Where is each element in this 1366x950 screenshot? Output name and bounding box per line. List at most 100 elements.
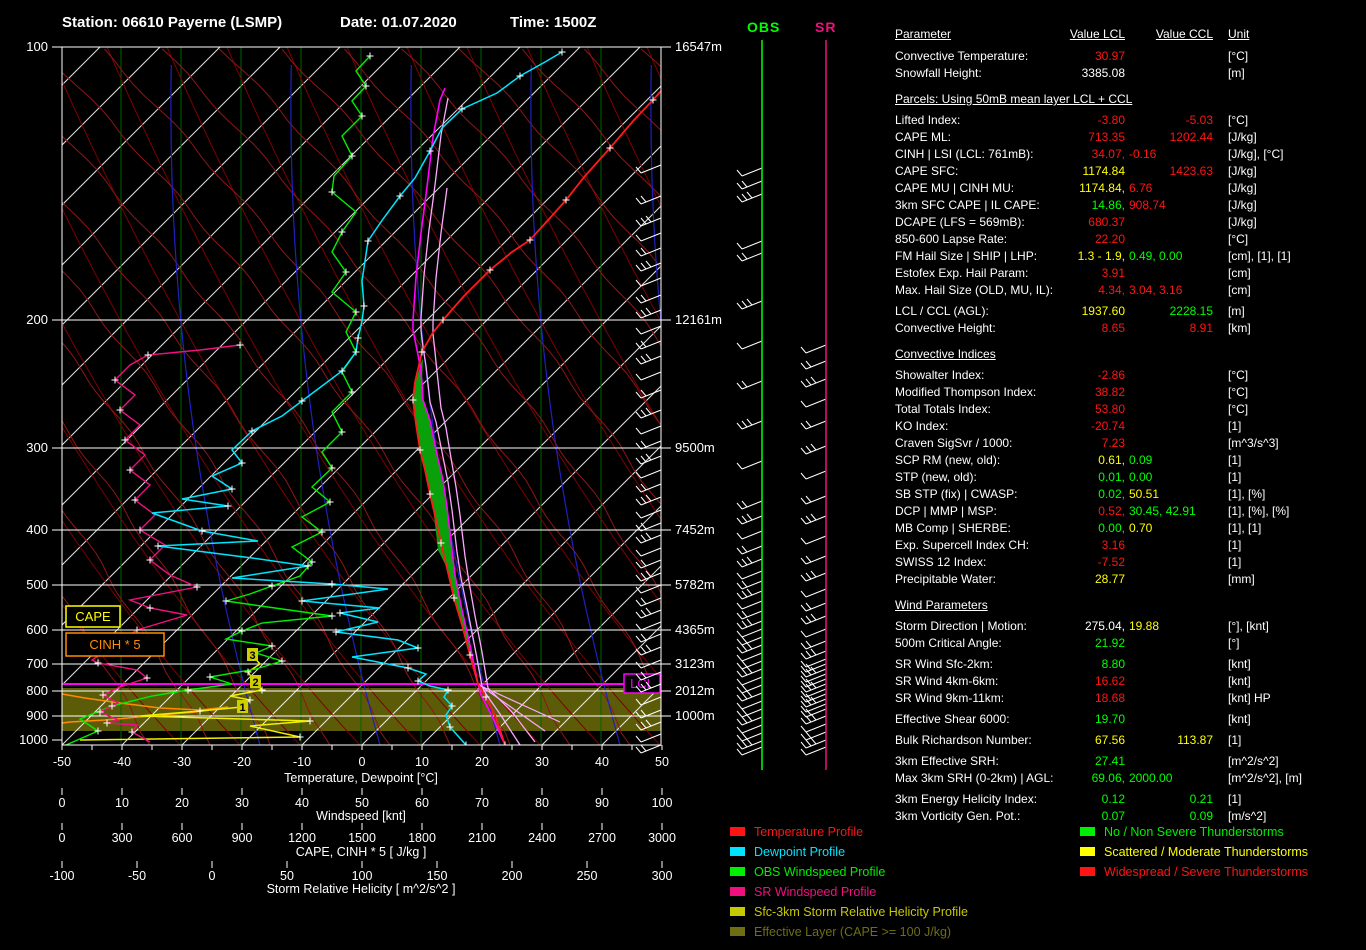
value-extra: 19.88 (1129, 619, 1160, 633)
value-lcl: 680.37 (1088, 215, 1125, 229)
legend-item-profile: SR Windspeed Profile (730, 885, 968, 905)
value-extra: 30.45, 42.91 (1129, 504, 1196, 518)
value-lcl: 1174.84, (1079, 181, 1125, 195)
profile-legend: Temperature Profile Dewpoint Profile OBS W… (730, 825, 968, 945)
value-lcl: -20.74 (1090, 419, 1125, 433)
svg-text:3123m: 3123m (675, 656, 715, 671)
table-row: DCAPE (LFS = 569mB): 680.37 [J/kg] (895, 215, 1257, 229)
table-row: Total Totals Index: 53.80 [°C] (895, 402, 1249, 416)
legend-swatch-icon (1080, 867, 1095, 876)
table-row: Effective Shear 6000: 19.70 [knt] (895, 712, 1251, 726)
sr-wind-barbs (800, 344, 827, 756)
parameter-table: Parameter Value LCL Value CCL Unit Convectiv… (895, 26, 1366, 825)
value-lcl: 67.56 (1094, 733, 1125, 747)
table-row: MB Comp | SHERBE: 0.00, 0.70 [1], [1] (895, 521, 1262, 535)
unit-cell: [knt] (1228, 712, 1251, 726)
value-lcl: 22.20 (1094, 232, 1125, 246)
svg-text:0: 0 (359, 755, 366, 769)
value-lcl: 8.65 (1101, 321, 1125, 335)
legend-item-profile: Dewpoint Profile (730, 845, 968, 865)
table-row: CAPE MU | CINH MU: 1174.84, 6.76 [J/kg] (895, 181, 1257, 195)
value-lcl: 0.12 (1101, 792, 1125, 806)
value-lcl: 0.02, (1098, 487, 1125, 501)
height-axis: 16547m 12161m 9500m 7452m 5782m 4365m 3123m 201… (661, 39, 722, 723)
svg-text:50: 50 (655, 755, 669, 769)
value-lcl: 53.80 (1094, 402, 1125, 416)
svg-text:50: 50 (355, 796, 369, 810)
value-extra: 0.49, 0.00 (1129, 249, 1183, 263)
value-lcl: 14.86, (1091, 198, 1125, 212)
legend-swatch-icon (730, 867, 745, 876)
table-row: Precipitable Water: 28.77 [mm] (895, 572, 1255, 586)
svg-text:-20: -20 (233, 755, 251, 769)
table-row: 3km Energy Helicity Index: 0.12 0.21 [1] (895, 792, 1242, 806)
value-lcl: -3.80 (1097, 113, 1125, 127)
svg-text:16547m: 16547m (675, 39, 722, 54)
table-row: DCP | MMP | MSP: 0.52, 30.45, 42.91 [1], [… (895, 504, 1290, 518)
unit-cell: [m] (1228, 304, 1245, 318)
obs-column-label: OBS (747, 19, 781, 35)
svg-text:-100: -100 (49, 869, 74, 883)
srh-axis: -100 -50 0 50 100 150 200 250 300 Storm Relative … (49, 861, 672, 896)
svg-text:200: 200 (26, 312, 48, 327)
value-lcl: 0.00, (1098, 521, 1125, 535)
value-lcl: 34.07, (1091, 147, 1125, 161)
svg-text:1800: 1800 (408, 831, 436, 845)
svg-text:CAPE, CINH * 5 [ J/kg ]: CAPE, CINH * 5 [ J/kg ] (296, 845, 427, 859)
value-lcl: 0.01, (1098, 470, 1125, 484)
svg-text:70: 70 (475, 796, 489, 810)
svg-text:20: 20 (475, 755, 489, 769)
value-lcl: 3385.08 (1081, 66, 1125, 80)
svg-text:0: 0 (209, 869, 216, 883)
svg-text:4365m: 4365m (675, 622, 715, 637)
value-lcl: 713.35 (1088, 130, 1125, 144)
value-extra: 3.04, 3.16 (1129, 283, 1183, 297)
table-row: Craven SigSvr / 1000: 7.23 [m^3/s^3] (895, 436, 1279, 450)
value-lcl: 7.23 (1101, 436, 1125, 450)
value-ccl: 1423.63 (1169, 164, 1213, 178)
unit-cell: [°C] (1228, 232, 1249, 246)
table-row: SR Wind 4km-6km: 16.62 [knt] (895, 674, 1251, 688)
value-lcl: 69.06, (1091, 771, 1125, 785)
table-row: Exp. Supercell Index CH: 3.16 [1] (895, 538, 1242, 552)
svg-text:30: 30 (235, 796, 249, 810)
legend-swatch-icon (730, 827, 745, 836)
table-row: Lifted Index: -3.80 -5.03 [°C] (895, 113, 1249, 127)
unit-cell: [J/kg] (1228, 164, 1257, 178)
svg-text:800: 800 (26, 683, 48, 698)
svg-text:2100: 2100 (468, 831, 496, 845)
value-lcl: 8.80 (1101, 657, 1125, 671)
unit-cell: [°C] (1228, 368, 1249, 382)
sr-column-label: SR (815, 19, 837, 35)
value-lcl: 27.41 (1094, 754, 1125, 768)
svg-text:0: 0 (59, 796, 66, 810)
unit-cell: [°] (1228, 636, 1240, 650)
table-section-title: Convective Indices (895, 347, 996, 361)
svg-text:2400: 2400 (528, 831, 556, 845)
svg-text:600: 600 (26, 622, 48, 637)
svg-text:20: 20 (175, 796, 189, 810)
barb-column-lines (761, 40, 827, 770)
value-lcl: 1.3 - 1.9, (1077, 249, 1125, 263)
value-lcl: 3.91 (1101, 266, 1125, 280)
legend-item-profile: Effective Layer (CAPE >= 100 J/kg) (730, 925, 968, 945)
legend-item-severity: No / Non Severe Thunderstorms (1080, 825, 1308, 845)
svg-text:CINH * 5: CINH * 5 (89, 637, 140, 652)
obs-wind-barbs (736, 167, 763, 756)
value-extra: 0.00 (1129, 470, 1153, 484)
svg-text:40: 40 (295, 796, 309, 810)
svg-text:2: 2 (252, 677, 258, 689)
svg-text:600: 600 (172, 831, 193, 845)
value-lcl: 4.34, (1098, 283, 1125, 297)
table-row: STP (new, old): 0.01, 0.00 [1] (895, 470, 1242, 484)
value-lcl: 16.62 (1094, 674, 1125, 688)
unit-cell: [1], [%] (1228, 487, 1266, 501)
table-row: Max. Hail Size (OLD, MU, IL): 4.34, 3.04, … (895, 283, 1251, 297)
svg-text:900: 900 (26, 708, 48, 723)
table-row: Convective Temperature: 30.97 [°C] (895, 49, 1249, 63)
value-lcl: 28.77 (1094, 572, 1125, 586)
unit-cell: [°C] (1228, 113, 1249, 127)
svg-text:200: 200 (502, 869, 523, 883)
legend-item-severity: Widespread / Severe Thunderstorms (1080, 865, 1308, 885)
svg-text:-30: -30 (173, 755, 191, 769)
